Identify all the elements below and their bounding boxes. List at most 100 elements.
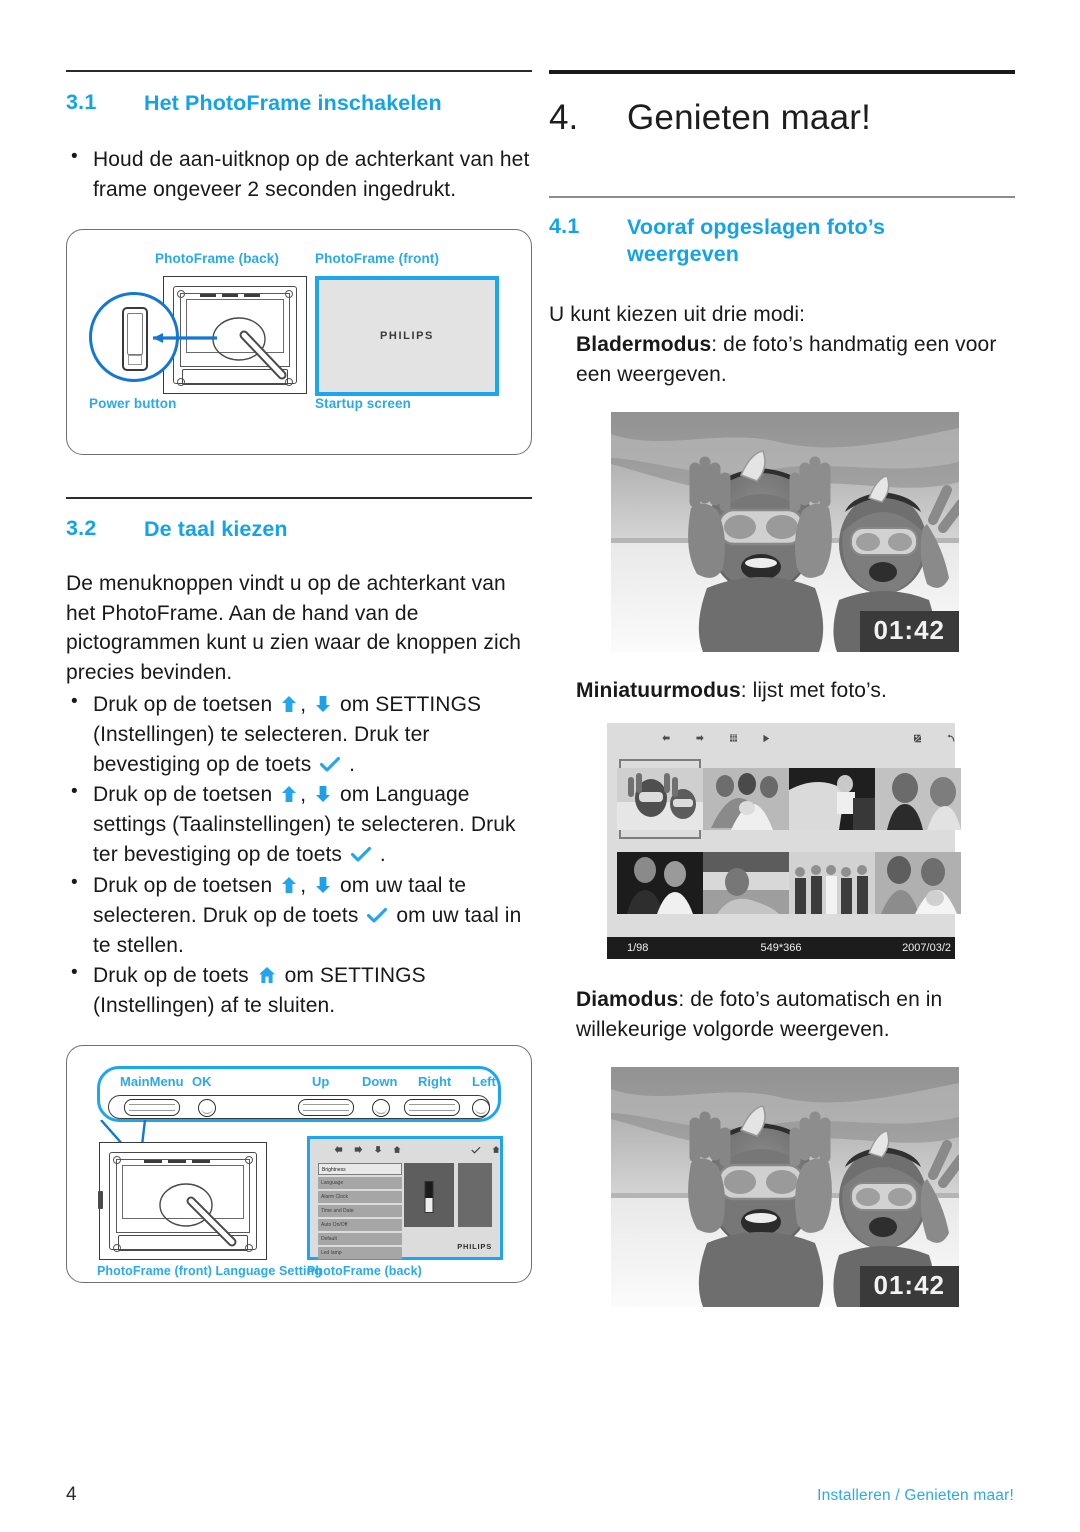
heading-chapter-4: 4. Genieten maar! xyxy=(549,98,1015,138)
heading-3-1-number: 3.1 xyxy=(66,90,97,114)
button-mainmenu[interactable] xyxy=(124,1098,180,1116)
heading-4-1-number: 4.1 xyxy=(549,214,580,238)
section-rule-4-1 xyxy=(549,196,1015,198)
label-startup-screen: Startup screen xyxy=(315,395,411,411)
check-icon xyxy=(471,1146,481,1154)
list-icon[interactable] xyxy=(730,730,738,746)
page-footer: 4 Installeren / Genieten maar! xyxy=(66,1484,1014,1506)
thumbnail-grid xyxy=(617,757,961,925)
bullet-item: Druk op de toetsen , om Language setting… xyxy=(66,779,532,869)
brightness-slider[interactable] xyxy=(424,1180,434,1213)
mode-thumbnail: Miniatuurmodus: lijst met foto’s. xyxy=(549,676,1015,706)
settings-menu-item[interactable]: Language xyxy=(318,1176,402,1190)
arrow-down-icon xyxy=(315,876,331,894)
document-page: 3.1 Het PhotoFrame inschakelen Houd de a… xyxy=(0,0,1080,1532)
page-number: 4 xyxy=(66,1484,77,1505)
button-ok[interactable] xyxy=(198,1098,216,1117)
thumbnail-cell-selected[interactable] xyxy=(617,757,703,841)
status-counter: 1/98 xyxy=(627,942,649,955)
status-resolution: 549*366 xyxy=(760,942,802,955)
bullet-text-part: . xyxy=(379,843,386,867)
thumbnail-cell[interactable] xyxy=(703,757,789,841)
caption-photoframe-back: PhotoFrame (back) xyxy=(155,250,279,266)
heading-4-1-title-line2: weergeven xyxy=(627,242,740,267)
leader-line-power xyxy=(153,332,217,343)
arrow-right-icon xyxy=(354,1146,363,1154)
button-label-ok: OK xyxy=(192,1073,212,1089)
mode-slideshow-name: Diamodus xyxy=(576,988,679,1012)
right-column: 4. Genieten maar! 4.1 Vooraf opgeslagen … xyxy=(549,70,1015,1308)
photo-time-badge: 01:42 xyxy=(859,1266,959,1308)
settings-menu-item[interactable]: Led lamp xyxy=(318,1246,402,1260)
check-icon xyxy=(320,756,341,773)
button-up[interactable] xyxy=(298,1098,354,1116)
home-icon xyxy=(258,966,276,984)
settings-menu-item[interactable]: Default xyxy=(318,1232,402,1246)
status-date: 2007/03/2 xyxy=(902,942,951,955)
check-icon xyxy=(367,907,388,924)
bullet-item: Druk op de toetsen , om SETTINGS (Instel… xyxy=(66,689,532,779)
thumbnail-cell[interactable] xyxy=(875,841,961,925)
bullet-separator: , xyxy=(300,693,307,717)
chapter-title: Genieten maar! xyxy=(627,98,872,137)
button-strip-highlight: MainMenu OK Up Down Right Left xyxy=(97,1065,501,1122)
photo-browse-mode: 01:42 xyxy=(611,411,959,652)
button-label-right: Right xyxy=(418,1073,452,1089)
arrow-left-icon[interactable] xyxy=(662,730,670,746)
button-right[interactable] xyxy=(404,1098,460,1116)
arrow-right-icon[interactable] xyxy=(696,730,704,746)
philips-logo: PHILIPS xyxy=(457,1241,492,1251)
exposure-icon[interactable] xyxy=(913,730,922,747)
exit-icon xyxy=(492,1146,500,1154)
home-icon xyxy=(393,1146,401,1154)
heading-3-2: 3.2 De taal kiezen xyxy=(66,516,532,543)
philips-logo: PHILIPS xyxy=(380,329,434,342)
settings-menu-item[interactable]: Auto On/Off xyxy=(318,1218,402,1232)
button-left[interactable] xyxy=(472,1098,490,1117)
button-label-left: Left xyxy=(472,1073,496,1089)
bullet-text-part: Druk op de toets xyxy=(93,964,249,988)
play-icon[interactable] xyxy=(763,730,770,747)
heading-3-1-title: Het PhotoFrame inschakelen xyxy=(144,91,442,115)
thumbnail-cell[interactable] xyxy=(703,841,789,925)
mode-thumbnail-name: Miniatuurmodus xyxy=(576,678,741,702)
device-front-startup-screen: PHILIPS xyxy=(315,275,499,396)
settings-menu-list: Brightness Language Alarm Clock Time and… xyxy=(318,1162,402,1260)
mode-browse: Bladermodus: de foto’s handmatig een voo… xyxy=(549,330,1015,390)
section-rule-3-1 xyxy=(66,70,532,72)
chapter-rule xyxy=(549,70,1015,74)
mode-browse-name: Bladermodus xyxy=(576,332,712,356)
heading-3-2-number: 3.2 xyxy=(66,515,97,540)
button-down[interactable] xyxy=(372,1098,390,1117)
left-column: 3.1 Het PhotoFrame inschakelen Houd de a… xyxy=(66,70,532,1283)
bullet-text-part: . xyxy=(349,752,356,776)
bullet-separator: , xyxy=(300,783,307,807)
undo-icon[interactable] xyxy=(947,730,955,746)
button-label-down: Down xyxy=(362,1073,398,1089)
thumbnail-status-bar: 1/98 549*366 2007/03/2 xyxy=(607,937,955,960)
thumbnail-cell[interactable] xyxy=(875,757,961,841)
thumbnail-cell[interactable] xyxy=(789,757,875,841)
settings-menu-item[interactable]: Brightness xyxy=(318,1162,402,1176)
photo-slideshow-mode: 01:42 xyxy=(611,1067,959,1308)
check-icon xyxy=(350,847,371,863)
heading-4-1-title-line1: Vooraf opgeslagen foto’s xyxy=(627,215,886,239)
settings-menu-item[interactable]: Alarm Clock xyxy=(318,1190,402,1204)
figure-power-button: PhotoFrame (back) PhotoFrame (front) Pow… xyxy=(66,228,532,455)
settings-screen-mock: Brightness Language Alarm Clock Time and… xyxy=(307,1135,503,1260)
thumbnail-cell[interactable] xyxy=(789,841,875,925)
heading-4-1-title: Vooraf opgeslagen foto’s weergeven xyxy=(627,214,885,268)
thumbnail-mode-screen: 1/98 549*366 2007/03/2 xyxy=(607,723,961,960)
button-label-mainmenu: MainMenu xyxy=(120,1073,184,1089)
button-label-up: Up xyxy=(312,1073,330,1089)
bullet-text-part: Druk op de toetsen xyxy=(93,873,273,897)
settings-side-pane xyxy=(458,1162,492,1227)
settings-menu-item[interactable]: Time and Date xyxy=(318,1204,402,1218)
bullet-item: Druk op de toets om SETTINGS (Instelling… xyxy=(66,960,532,1021)
thumbnail-row xyxy=(617,757,961,841)
arrow-down-icon xyxy=(315,695,331,713)
mode-thumbnail-desc: : lijst met foto’s. xyxy=(740,678,887,702)
thumbnail-cell[interactable] xyxy=(617,841,703,925)
thumbnail-toolbar xyxy=(607,723,955,753)
bullet-list-3-2: Druk op de toetsen , om SETTINGS (Instel… xyxy=(66,689,532,1021)
